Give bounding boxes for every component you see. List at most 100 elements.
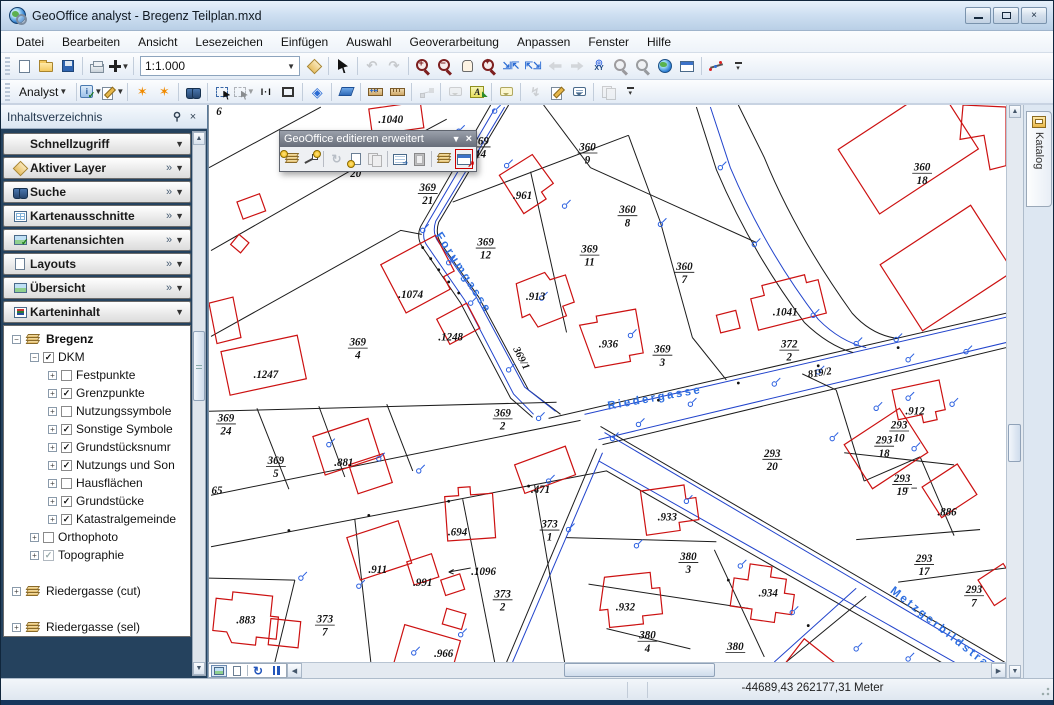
open-document-icon[interactable] xyxy=(35,55,57,77)
toolbar-overflow-2-icon[interactable]: ▾ xyxy=(619,81,641,103)
expand-icon[interactable]: + xyxy=(12,587,21,596)
layers-stack-icon[interactable] xyxy=(435,149,453,169)
layer-edit-icon[interactable]: ▼ xyxy=(102,81,124,103)
add-point-2-icon[interactable]: ✶ xyxy=(153,81,175,103)
expand-icon[interactable]: + xyxy=(12,623,21,632)
chevrons-icon[interactable]: » xyxy=(166,186,172,198)
chevron-down-icon[interactable]: ▼ xyxy=(175,307,184,317)
horizontal-scrollbar[interactable] xyxy=(302,663,991,678)
checkbox-unchecked[interactable] xyxy=(61,370,72,381)
floating-toolbar-titlebar[interactable]: GeoOffice editieren erweitert ▼ × xyxy=(280,131,476,147)
expand-icon[interactable]: + xyxy=(48,371,57,380)
comment-tool-icon[interactable] xyxy=(495,81,517,103)
sidebar-item-bersicht[interactable]: Übersicht»▼ xyxy=(3,277,191,299)
minimize-button[interactable] xyxy=(965,7,991,24)
select-by-graphics-icon[interactable] xyxy=(211,81,233,103)
sidebar-item-aktiverlayer[interactable]: Aktiver Layer»▼ xyxy=(3,157,191,179)
layout-view-button[interactable] xyxy=(229,665,245,677)
resize-grip[interactable] xyxy=(1037,683,1051,697)
viewer-window-icon[interactable] xyxy=(676,55,698,77)
copy-page-icon[interactable] xyxy=(347,149,365,169)
toolbar-grip[interactable] xyxy=(5,83,10,101)
tree-item-riedergassecut[interactable]: +Riedergasse (cut) xyxy=(6,582,190,600)
close-icon[interactable]: × xyxy=(466,133,472,145)
expand-icon[interactable]: + xyxy=(48,479,57,488)
vertical-scrollbar[interactable]: ▲ ▼ xyxy=(1006,105,1023,678)
chevron-down-icon[interactable]: ▼ xyxy=(175,163,184,173)
chevron-down-icon[interactable]: ▼ xyxy=(175,187,184,197)
scroll-down-icon[interactable]: ▼ xyxy=(193,662,205,675)
tree-item-orthophoto[interactable]: +Orthophoto xyxy=(6,528,190,546)
add-point-1-icon[interactable]: ✶ xyxy=(131,81,153,103)
sidebar-item-karteninhalt[interactable]: Karteninhalt▼ xyxy=(3,301,191,323)
map-view[interactable]: 3691436093692136083691236911360183607369… xyxy=(208,105,1006,662)
expand-icon[interactable]: + xyxy=(48,407,57,416)
scrollbar-thumb[interactable] xyxy=(564,663,716,677)
checkbox-unchecked[interactable] xyxy=(43,532,54,543)
menu-datei[interactable]: Datei xyxy=(7,33,53,51)
go-to-xy-icon[interactable]: XY xyxy=(588,55,610,77)
attribute-table-icon[interactable] xyxy=(391,149,409,169)
chevron-down-icon[interactable]: ▼ xyxy=(175,235,184,245)
expand-icon[interactable]: + xyxy=(48,515,57,524)
zoom-out-icon[interactable]: − xyxy=(434,55,456,77)
collapse-icon[interactable]: − xyxy=(30,353,39,362)
chevrons-icon[interactable]: » xyxy=(166,234,172,246)
chevron-down-icon[interactable]: ▼ xyxy=(175,139,184,149)
scrollbar-thumb[interactable] xyxy=(193,331,205,401)
active-layer-diamond-icon[interactable] xyxy=(303,55,325,77)
edit-node-icon[interactable] xyxy=(302,149,320,169)
tree-item-grundstcke[interactable]: +✓Grundstücke xyxy=(6,492,190,510)
menu-ansicht[interactable]: Ansicht xyxy=(129,33,186,51)
globe-view-icon[interactable] xyxy=(654,55,676,77)
checkbox-unchecked[interactable] xyxy=(61,406,72,417)
tree-item-festpunkte[interactable]: +Festpunkte xyxy=(6,366,190,384)
compass-tool-icon[interactable]: ◈ xyxy=(306,81,328,103)
zoom-in-icon[interactable]: + xyxy=(412,55,434,77)
floating-toolbar[interactable]: GeoOffice editieren erweitert ▼ × ↻↗ xyxy=(279,130,477,172)
scroll-left-icon[interactable]: ◀ xyxy=(287,663,302,678)
tree-item-bregenz[interactable]: −Bregenz xyxy=(6,330,190,348)
menu-einfgen[interactable]: Einfügen xyxy=(272,33,337,51)
menu-fenster[interactable]: Fenster xyxy=(579,33,638,51)
checkbox-unchecked[interactable] xyxy=(61,478,72,489)
chevron-down-icon[interactable]: ▼ xyxy=(175,259,184,269)
sidebar-item-suche[interactable]: Suche»▼ xyxy=(3,181,191,203)
menu-auswahl[interactable]: Auswahl xyxy=(337,33,400,51)
checkbox-checked[interactable]: ✓ xyxy=(43,550,54,561)
chevron-down-icon[interactable]: ▼ xyxy=(175,283,184,293)
menu-anpassen[interactable]: Anpassen xyxy=(508,33,579,51)
analyst-menu-button[interactable]: Analyst▼ xyxy=(13,83,73,101)
print-icon[interactable] xyxy=(86,55,108,77)
tree-item-grenzpunkte[interactable]: +✓Grenzpunkte xyxy=(6,384,190,402)
ruler-icon[interactable] xyxy=(386,81,408,103)
tree-item-nutzungssymbole[interactable]: +Nutzungssymbole xyxy=(6,402,190,420)
chevrons-icon[interactable]: » xyxy=(166,162,172,174)
expand-icon[interactable]: + xyxy=(30,533,39,542)
expand-icon[interactable]: + xyxy=(30,551,39,560)
search-binoculars-icon[interactable] xyxy=(182,81,204,103)
note-edit-icon[interactable] xyxy=(546,81,568,103)
pin-icon[interactable]: ⚲ xyxy=(169,109,185,125)
scroll-up-icon[interactable]: ▲ xyxy=(193,132,205,145)
layer-info-icon[interactable]: i▼ xyxy=(80,81,102,103)
tree-item-sonstigesymbole[interactable]: +✓Sonstige Symbole xyxy=(6,420,190,438)
zoom-extent-active-icon[interactable]: ↗ xyxy=(455,149,473,169)
add-data-icon[interactable]: ▼ xyxy=(108,55,130,77)
close-button[interactable]: × xyxy=(1021,7,1047,24)
expand-icon[interactable]: + xyxy=(48,389,57,398)
save-document-icon[interactable] xyxy=(57,55,79,77)
checkbox-checked[interactable]: ✓ xyxy=(61,388,72,399)
chevrons-icon[interactable]: » xyxy=(166,258,172,270)
chevron-down-icon[interactable]: ▼ xyxy=(452,134,461,144)
scroll-down-icon[interactable]: ▼ xyxy=(1009,665,1021,678)
checkbox-checked[interactable]: ✓ xyxy=(61,514,72,525)
menu-geoverarbeitung[interactable]: Geoverarbeitung xyxy=(401,33,508,51)
sidebar-item-kartenansichten[interactable]: Kartenansichten»▼ xyxy=(3,229,191,251)
tree-item-topographie[interactable]: +✓Topographie xyxy=(6,546,190,564)
checkbox-checked[interactable]: ✓ xyxy=(43,352,54,363)
measure-distance-icon[interactable]: I·I xyxy=(255,81,277,103)
snapping-icon[interactable] xyxy=(705,55,727,77)
menu-hilfe[interactable]: Hilfe xyxy=(638,33,680,51)
checkbox-checked[interactable]: ✓ xyxy=(61,460,72,471)
